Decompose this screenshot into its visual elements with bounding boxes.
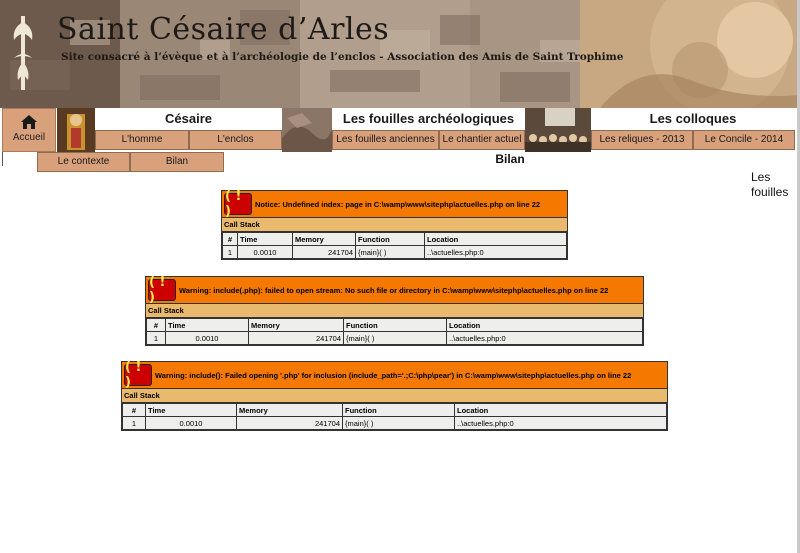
table-cell: 0.0010 [145,416,237,430]
table-row: 1 0.0010 241704 {main}( ) ..\actuelles.p… [122,416,667,430]
menu-item-bilan[interactable]: Bilan [130,152,224,172]
menu-cesaire[interactable]: Césaire [95,108,282,130]
table-cell: {main}( ) [355,245,425,259]
fouilles-thumbnail [282,108,332,152]
home-button[interactable]: Accueil [2,108,56,152]
home-label: Accueil [12,132,46,143]
error-icon: ( ! ) [224,189,252,219]
column-header: Location [454,403,667,417]
table-cell: ..\actuelles.php:0 [424,245,567,259]
table-row: 1 0.0010 241704 {main}( ) ..\actuelles.p… [146,331,643,345]
error-header: ( ! ) Warning: include(): Failed opening… [122,360,667,390]
column-header: Location [446,318,643,332]
table-cell: ..\actuelles.php:0 [454,416,667,430]
menu-fouilles[interactable]: Les fouilles archéologiques [332,108,525,130]
column-header: Time [145,403,237,417]
column-header: Function [343,318,447,332]
error-header: ( ! ) Notice: Undefined index: page in C… [222,189,567,219]
table-cell: ..\actuelles.php:0 [446,331,643,345]
table-row: 1 0.0010 241704 {main}( ) ..\actuelles.p… [222,245,567,259]
call-stack-table: # Time Memory Function Location 1 0.0010… [222,232,567,259]
column-header: # [122,403,146,417]
call-stack-table: # Time Memory Function Location 1 0.0010… [122,403,667,430]
error-box-warning-include: ( ! ) Warning: include(): Failed opening… [121,360,668,431]
error-message: Warning: include(.php): failed to open s… [179,285,609,295]
table-cell: 1 [146,331,166,345]
column-header: Memory [236,403,343,417]
table-header-row: # Time Memory Function Location [122,403,667,417]
menu-item-fouilles-anciennes[interactable]: Les fouilles anciennes [332,130,439,150]
column-header: # [146,318,166,332]
site-banner: Saint Césaire d’Arles Site consacré à l’… [0,0,797,108]
error-header: ( ! ) Warning: include(.php): failed to … [146,275,643,305]
column-header: Function [355,232,425,246]
table-cell: {main}( ) [342,416,455,430]
error-icon: ( ! ) [148,275,176,305]
error-message: Notice: Undefined index: page in C:\wamp… [255,199,541,209]
menu-colloques[interactable]: Les colloques [591,108,795,130]
nav-divider [2,152,3,166]
error-icon: ( ! ) [124,360,152,390]
call-stack-label: Call Stack [222,218,567,232]
call-stack-table: # Time Memory Function Location 1 0.0010… [146,318,643,345]
table-cell: 241704 [292,245,356,259]
table-cell: 241704 [248,331,344,345]
page-heading: Bilan [495,152,525,166]
call-stack-label: Call Stack [146,304,643,318]
site-title: Saint Césaire d’Arles [57,12,390,47]
column-header: Time [165,318,249,332]
column-header: Function [342,403,455,417]
colloques-thumbnail [525,108,591,152]
error-box-notice: ( ! ) Notice: Undefined index: page in C… [221,189,568,260]
menu-item-lhomme[interactable]: L'homme [95,130,189,150]
column-header: Memory [292,232,356,246]
site-subtitle: Site consacré à l’évèque et à l’archéolo… [61,51,624,63]
column-header: # [222,232,238,246]
menu-item-lenclos[interactable]: L'enclos [189,130,282,150]
table-cell: 241704 [236,416,343,430]
error-box-warning-stream: ( ! ) Warning: include(.php): failed to … [145,275,644,346]
menu-item-contexte[interactable]: Le contexte [37,152,130,172]
page-frame: Saint Césaire d’Arles Site consacré à l’… [0,0,800,553]
side-text: Les fouilles [751,170,789,199]
cesaire-thumbnail [57,108,95,152]
error-message: Warning: include(): Failed opening '.php… [155,370,632,380]
table-cell: 0.0010 [165,331,249,345]
table-header-row: # Time Memory Function Location [222,232,567,246]
home-icon [21,115,37,129]
column-header: Time [237,232,293,246]
table-cell: 0.0010 [237,245,293,259]
table-cell: {main}( ) [343,331,447,345]
column-header: Location [424,232,567,246]
call-stack-label: Call Stack [122,389,667,403]
menu-item-reliques-2013[interactable]: Les reliques - 2013 [591,130,693,150]
column-header: Memory [248,318,344,332]
table-cell: 1 [122,416,146,430]
menu-item-chantier-actuel[interactable]: Le chantier actuel [439,130,525,150]
site-logo[interactable] [8,12,38,94]
table-header-row: # Time Memory Function Location [146,318,643,332]
table-cell: 1 [222,245,238,259]
menu-item-concile-2014[interactable]: Le Concile - 2014 [693,130,795,150]
